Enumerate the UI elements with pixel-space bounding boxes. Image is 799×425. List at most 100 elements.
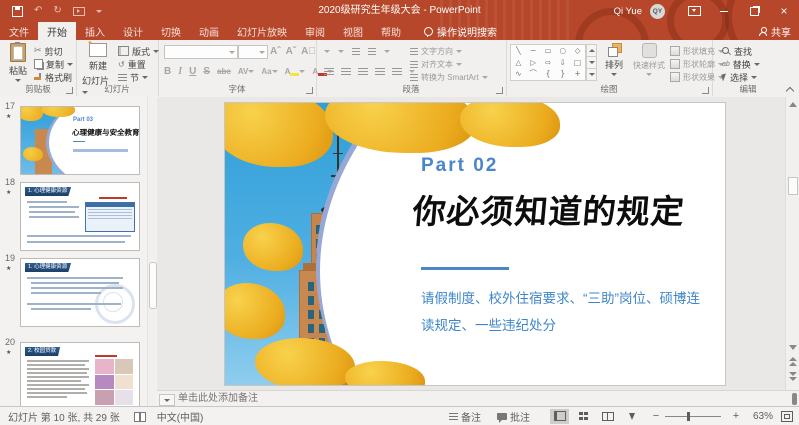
slide-subtitle-line2[interactable]: 读规定、一些违纪处分 bbox=[421, 314, 556, 334]
zoom-level[interactable]: 63% bbox=[749, 411, 773, 422]
font-dialog-launcher[interactable] bbox=[306, 87, 313, 94]
zoom-out-button[interactable]: − bbox=[651, 410, 661, 422]
thumbnail-scrollbar-thumb[interactable] bbox=[149, 262, 157, 309]
clipboard-dialog-launcher[interactable] bbox=[66, 87, 73, 94]
text-direction-button[interactable]: 文字方向 bbox=[410, 45, 462, 57]
animation-star-icon[interactable]: ★ bbox=[6, 265, 11, 272]
align-right-button[interactable] bbox=[358, 67, 368, 75]
reading-view-button[interactable] bbox=[598, 409, 617, 424]
line-spacing-button[interactable] bbox=[384, 46, 390, 56]
notes-toggle-button[interactable]: 备注 bbox=[449, 409, 481, 424]
align-center-button[interactable] bbox=[341, 67, 351, 75]
align-left-button[interactable] bbox=[324, 67, 334, 75]
font-name-combobox[interactable] bbox=[164, 45, 238, 59]
tab-animations[interactable]: 动画 bbox=[190, 22, 228, 40]
replace-button[interactable]: ab 替换 bbox=[722, 58, 760, 70]
bullets-button[interactable] bbox=[324, 46, 330, 56]
slide-thumbnail-20[interactable]: 2. 校园贷款 bbox=[20, 342, 140, 411]
tab-file[interactable]: 文件 bbox=[0, 22, 38, 40]
slide-position-indicator[interactable]: 幻灯片 第 10 张, 共 29 张 bbox=[8, 409, 120, 424]
animation-star-icon[interactable]: ★ bbox=[6, 113, 11, 120]
start-slideshow-icon[interactable] bbox=[73, 7, 85, 16]
ribbon-display-options-button[interactable] bbox=[679, 0, 709, 22]
arrange-button[interactable]: 排列 bbox=[600, 43, 628, 76]
zoom-slider-thumb[interactable] bbox=[687, 412, 690, 421]
shapes-gallery[interactable]: ╲─▭○◇ △▷⇨⇩□ ∿⌒{}+ bbox=[510, 44, 586, 81]
convert-smartart-button[interactable]: 转换为 SmartArt bbox=[410, 71, 488, 83]
tell-me-search[interactable]: 操作说明搜索 bbox=[424, 22, 497, 40]
shadow-button[interactable]: S bbox=[203, 66, 210, 77]
tab-help[interactable]: 帮助 bbox=[372, 22, 410, 40]
thumbnail-panel-scrollbar[interactable] bbox=[147, 97, 156, 407]
align-text-button[interactable]: 对齐文本 bbox=[410, 58, 462, 70]
select-button[interactable]: 选择 bbox=[722, 71, 757, 83]
tab-home[interactable]: 开始 bbox=[38, 22, 76, 40]
slideshow-view-button[interactable] bbox=[622, 409, 641, 424]
restore-button[interactable] bbox=[739, 0, 769, 22]
decrease-indent-button[interactable] bbox=[352, 47, 360, 55]
current-slide[interactable]: Part 02 你必须知道的规定 请假制度、校外住宿要求、“三助”岗位、硕博连 … bbox=[225, 103, 725, 385]
italic-button[interactable]: I bbox=[178, 66, 182, 77]
fit-slide-to-window-icon[interactable] bbox=[781, 411, 793, 422]
increase-indent-button[interactable] bbox=[368, 47, 376, 55]
slide-divider-line[interactable] bbox=[421, 267, 509, 270]
tab-slideshow[interactable]: 幻灯片放映 bbox=[228, 22, 296, 40]
tab-review[interactable]: 审阅 bbox=[296, 22, 334, 40]
notes-scrollbar-thumb[interactable] bbox=[792, 393, 797, 405]
minimize-button[interactable] bbox=[709, 0, 739, 22]
font-size-combobox[interactable] bbox=[238, 45, 268, 59]
spell-check-icon[interactable] bbox=[134, 412, 145, 421]
justify-button[interactable] bbox=[375, 67, 385, 75]
scroll-down-icon[interactable] bbox=[789, 345, 797, 350]
format-painter-button[interactable]: 格式刷 bbox=[34, 71, 72, 83]
clear-formatting-button[interactable]: A⃠ bbox=[301, 46, 316, 57]
language-indicator[interactable]: 中文(中国) bbox=[157, 409, 204, 424]
shapes-scroll-up-button[interactable] bbox=[586, 44, 597, 57]
section-button[interactable]: 节 bbox=[118, 71, 148, 83]
numbering-button[interactable] bbox=[338, 46, 344, 56]
comments-toggle-button[interactable]: 批注 bbox=[497, 409, 530, 424]
save-icon[interactable] bbox=[12, 6, 23, 17]
canvas-vertical-scrollbar[interactable] bbox=[785, 97, 799, 391]
undo-icon[interactable]: ↶ bbox=[34, 6, 42, 16]
shapes-more-button[interactable] bbox=[586, 69, 597, 81]
slide-thumbnail-19[interactable]: 1. 心理健康资源 bbox=[20, 258, 140, 327]
notes-collapse-button[interactable] bbox=[159, 394, 175, 406]
drawing-dialog-launcher[interactable] bbox=[702, 87, 709, 94]
quick-styles-button[interactable]: 快速样式 bbox=[630, 43, 668, 76]
collapse-ribbon-button[interactable] bbox=[786, 85, 793, 92]
slide-title[interactable]: 你必须知道的规定 bbox=[411, 185, 687, 233]
grow-font-button[interactable]: Aˆ bbox=[270, 46, 281, 57]
layout-button[interactable]: 版式 bbox=[118, 45, 159, 57]
highlight-color-button[interactable]: A bbox=[285, 66, 306, 76]
notes-pane[interactable]: 单击此处添加备注 bbox=[157, 390, 799, 407]
slide-sorter-view-button[interactable] bbox=[574, 409, 593, 424]
tab-view[interactable]: 视图 bbox=[334, 22, 372, 40]
shapes-scroll-down-button[interactable] bbox=[586, 57, 597, 69]
notes-placeholder[interactable]: 单击此处添加备注 bbox=[178, 391, 258, 406]
animation-star-icon[interactable]: ★ bbox=[6, 189, 11, 196]
previous-slide-button[interactable] bbox=[789, 362, 797, 366]
underline-button[interactable]: U bbox=[189, 66, 196, 77]
shrink-font-button[interactable]: Aˇ bbox=[286, 46, 297, 57]
normal-view-button[interactable] bbox=[550, 409, 569, 424]
paste-button[interactable]: 粘贴 bbox=[5, 43, 31, 82]
copy-button[interactable]: 复制 bbox=[34, 58, 73, 70]
bold-button[interactable]: B bbox=[164, 66, 171, 77]
slide-part-label[interactable]: Part 02 bbox=[421, 155, 498, 177]
slide-thumbnail-17[interactable]: Part 03 心理健康与安全教育 bbox=[20, 106, 140, 175]
strikethrough-button[interactable]: abc bbox=[217, 67, 231, 76]
paragraph-dialog-launcher[interactable] bbox=[496, 87, 503, 94]
avatar[interactable]: QY bbox=[650, 4, 665, 19]
zoom-slider[interactable] bbox=[665, 411, 721, 421]
close-button[interactable]: × bbox=[769, 0, 799, 22]
canvas-scrollbar-thumb[interactable] bbox=[788, 177, 798, 195]
reset-button[interactable]: ↺ 重置 bbox=[118, 58, 146, 70]
tab-design[interactable]: 设计 bbox=[114, 22, 152, 40]
cut-button[interactable]: ✂ 剪切 bbox=[34, 45, 63, 57]
scroll-up-icon[interactable] bbox=[789, 102, 797, 107]
tab-transitions[interactable]: 切换 bbox=[152, 22, 190, 40]
account-name[interactable]: Qi Yue bbox=[614, 6, 642, 17]
slide-subtitle-line1[interactable]: 请假制度、校外住宿要求、“三助”岗位、硕博连 bbox=[421, 287, 700, 307]
next-slide-button[interactable] bbox=[789, 372, 797, 376]
